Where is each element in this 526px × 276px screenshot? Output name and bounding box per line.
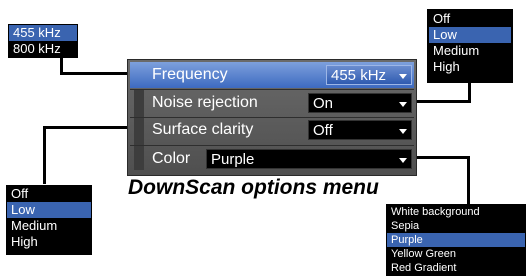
connector-line (43, 126, 46, 184)
chevron-down-icon (399, 129, 407, 134)
color-value: Purple (211, 151, 255, 168)
color-dropdown[interactable]: Purple (206, 149, 412, 169)
frequency-label: Frequency (152, 66, 228, 83)
frequency-option[interactable]: 455 kHz (9, 25, 77, 41)
frequency-value: 455 kHz (331, 67, 387, 84)
frequency-dropdown[interactable]: 455 kHz (326, 65, 412, 85)
chevron-down-icon (399, 74, 407, 79)
connector-line (410, 100, 471, 103)
noise-rejection-option[interactable]: Off (429, 11, 511, 27)
surface-clarity-dropdown[interactable]: Off (308, 120, 412, 140)
connector-line (410, 156, 470, 159)
noise-rejection-options-list: Off Low Medium High (427, 9, 513, 83)
downscan-options-panel: Frequency 455 kHz Noise rejection On Sur… (127, 59, 417, 176)
color-options-list: White background Sepia Purple Yellow Gre… (386, 204, 526, 276)
frequency-row[interactable]: Frequency 455 kHz (130, 62, 414, 88)
frequency-option[interactable]: 800 kHz (9, 41, 77, 57)
color-row[interactable]: Color Purple (130, 146, 414, 172)
surface-clarity-option[interactable]: Off (7, 186, 91, 202)
color-option[interactable]: Yellow Green (387, 247, 525, 261)
noise-rejection-option[interactable]: Low (429, 27, 511, 43)
color-option[interactable]: White background (387, 205, 525, 219)
surface-clarity-option[interactable]: Low (7, 202, 91, 218)
color-option[interactable]: Red Gradient (387, 261, 525, 275)
noise-rejection-value: On (313, 95, 334, 112)
surface-clarity-value: Off (313, 122, 333, 139)
noise-rejection-label: Noise rejection (152, 94, 258, 111)
color-option[interactable]: Purple (387, 233, 525, 247)
frequency-options-list: 455 kHz 800 kHz (8, 24, 78, 58)
surface-clarity-row[interactable]: Surface clarity Off (130, 117, 414, 143)
surface-clarity-option[interactable]: Medium (7, 218, 91, 234)
surface-clarity-option[interactable]: High (7, 234, 91, 250)
surface-clarity-options-list: Off Low Medium High (6, 185, 92, 255)
connector-line (467, 156, 470, 204)
noise-rejection-option[interactable]: High (429, 59, 511, 75)
noise-rejection-option[interactable]: Medium (429, 43, 511, 59)
chevron-down-icon (399, 158, 407, 163)
color-label: Color (152, 150, 191, 167)
figure-caption: DownScan options menu (128, 176, 379, 199)
color-option[interactable]: Sepia (387, 219, 525, 233)
chevron-down-icon (399, 102, 407, 107)
noise-rejection-row[interactable]: Noise rejection On (130, 90, 414, 116)
noise-rejection-dropdown[interactable]: On (308, 93, 412, 113)
surface-clarity-label: Surface clarity (152, 121, 254, 138)
